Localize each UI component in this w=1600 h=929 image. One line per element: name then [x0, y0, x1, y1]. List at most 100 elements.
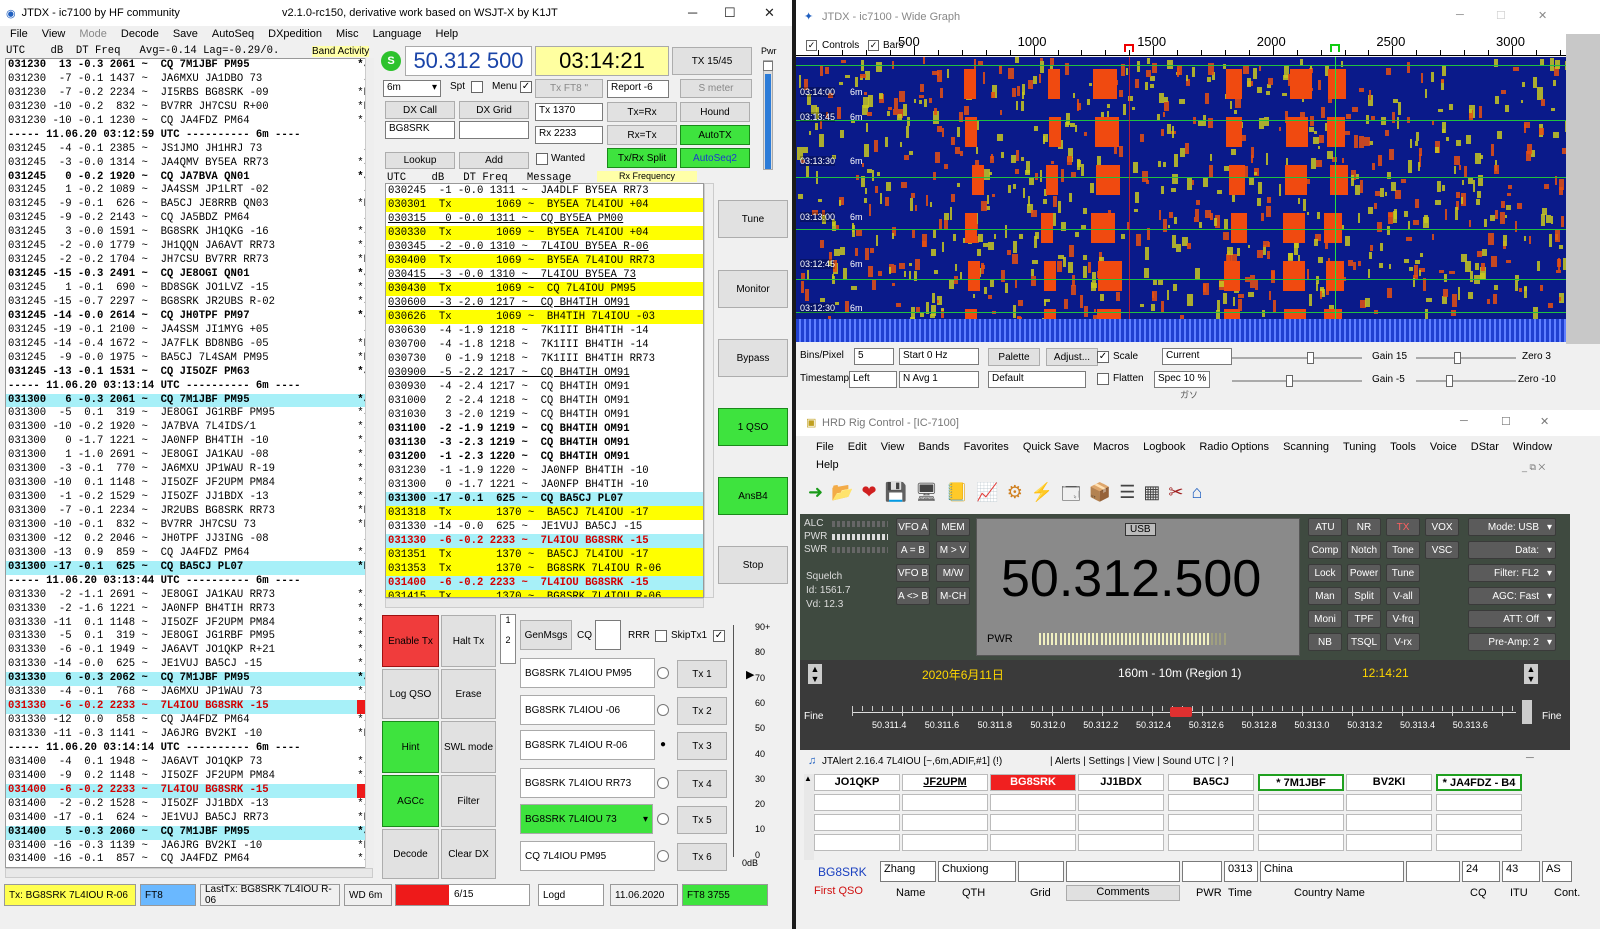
rx-row[interactable]: 031400 -6 -0.2 2233 ~ 7L4IOU BG8SRK -15 — [386, 576, 703, 590]
band-activity-scrollbar[interactable] — [365, 58, 374, 868]
spec-spinbox[interactable]: Spec 10 % — [1154, 371, 1210, 388]
country-field[interactable]: China — [1260, 861, 1404, 882]
rx-row[interactable]: 030400 Tx 1069 ~ BY5EA 7L4IOU RR73 — [386, 254, 703, 268]
hrd-menu-help[interactable]: Help — [816, 459, 839, 471]
alert-empty-cell[interactable] — [1346, 834, 1432, 851]
decode-row[interactable]: 031400 -16 -0.3 1139 ~ JA6JRG BV2KI -10 *… — [6, 840, 372, 854]
spt-checkbox[interactable] — [471, 81, 483, 93]
rx-row[interactable]: 031330 -14 -0.0 625 ~ JE1VUJ BA5CJ -15 — [386, 520, 703, 534]
alert-empty-cell[interactable] — [1168, 794, 1254, 811]
calculator-icon[interactable]: ▦ — [1143, 482, 1160, 512]
decode-row[interactable]: 031400 -9 0.2 1148 ~ JI5OZF JF2UPM PM84 *… — [6, 770, 372, 784]
decode-row[interactable]: 031300 -7 -0.1 2234 ~ JR2UBS BG8SRK RR73… — [6, 505, 372, 519]
hrd-btn-man[interactable]: Man — [1308, 587, 1342, 605]
tx2-message[interactable]: BG8SRK 7L4IOU -06 — [520, 695, 655, 725]
decode-row[interactable]: 031245 -4 -0.1 2385 ~ JS1JMO JH1HRJ 73J — [6, 143, 372, 157]
tx-counter-button[interactable]: TX 15/45 — [672, 47, 752, 75]
hrd-menu-file[interactable]: File — [816, 441, 834, 453]
tuning-arrows-right-icon[interactable]: ▲ ▼ — [1524, 664, 1538, 684]
hrd-btn-comp[interactable]: Comp — [1308, 541, 1342, 559]
decode-row[interactable]: 031300 -1 -0.2 1529 ~ JI5OZF JJ1BDX -13 *… — [6, 491, 372, 505]
rrr-checkbox[interactable] — [655, 630, 667, 642]
minimize-icon[interactable]: ─ — [1526, 752, 1534, 764]
tx6-message[interactable]: CQ 7L4IOU PM95 — [520, 841, 655, 871]
rx-row[interactable]: 031100 -2 -1.9 1219 ~ CQ BH4TIH OM91 — [386, 422, 703, 436]
home-icon[interactable]: ⌂ — [1191, 482, 1202, 512]
rx-row[interactable]: 031000 2 -2.4 1218 ~ CQ BH4TIH OM91 — [386, 394, 703, 408]
tx1-message[interactable]: BG8SRK 7L4IOU PM95 — [520, 658, 655, 688]
hrd-menu-scanning[interactable]: Scanning — [1283, 441, 1329, 453]
decode-button[interactable]: Decode — [382, 829, 439, 879]
hrd-menu-tools[interactable]: Tools — [1390, 441, 1416, 453]
alert-empty-cell[interactable] — [1346, 814, 1432, 831]
band-select[interactable]: 6m ▾ — [383, 80, 441, 97]
itu-zone-field[interactable]: 43 — [1502, 861, 1540, 882]
tx3-button[interactable]: Tx 3 — [677, 732, 727, 760]
menu-language[interactable]: Language — [373, 28, 422, 40]
antenna-icon[interactable]: ⚡ — [1031, 482, 1053, 512]
tools-icon[interactable]: ✂ — [1168, 482, 1183, 512]
rx-row[interactable]: 030330 Tx 1069 ~ BY5EA 7L4IOU +04 — [386, 226, 703, 240]
decode-row[interactable]: 031330 -2 -1.6 1221 ~ JA0NFP BH4TIH RR73… — [6, 603, 372, 617]
hrd-menu-bands[interactable]: Bands — [918, 441, 949, 453]
alert-empty-cell[interactable] — [1258, 834, 1344, 851]
tx-mode-button[interactable]: Tx FT8 " — [535, 79, 603, 98]
menu-checkbox[interactable]: ✓ — [520, 81, 532, 93]
save-icon[interactable]: 💾 — [885, 482, 907, 512]
rx-row[interactable]: 031300 0 -1.7 1221 ~ JA0NFP BH4TIH -10 — [386, 478, 703, 492]
sliders-icon[interactable]: ☰ — [1119, 482, 1135, 512]
mdi-controls[interactable]: _ ⧉ ✕ — [1522, 462, 1545, 473]
decode-row[interactable]: 031400 -17 -0.1 624 ~ JE1VUJ BA5CJ RR73 *… — [6, 812, 372, 826]
decode-row[interactable]: 031245 -9 -0.0 1975 ~ BA5CJ 7L4SAM PM95 *… — [6, 352, 372, 366]
jtalert-menu[interactable]: | Alerts | Settings | View | Sound UTC |… — [1050, 756, 1234, 767]
time-field[interactable]: 0313 — [1224, 861, 1258, 882]
cq-zone-field[interactable]: 24 — [1462, 861, 1500, 882]
hrd-dropdown-3[interactable]: AGC: Fast ▾ — [1468, 587, 1556, 605]
bins-spinbox[interactable]: 5 — [854, 348, 894, 365]
s-meter-button[interactable]: S meter — [680, 79, 752, 98]
decode-row[interactable]: 031400 -6 -0.2 2233 ~ 7L4IOU BG8SRK -15 *… — [6, 783, 372, 798]
menu-save[interactable]: Save — [173, 28, 198, 40]
stop-button[interactable]: Stop — [718, 546, 788, 584]
hrd-btn-m-ch[interactable]: M-CH — [936, 587, 970, 605]
alert-empty-cell[interactable] — [902, 814, 988, 831]
decode-row[interactable]: 031245 1 -0.1 690 ~ BD8SGK JO1LVZ -15 *J — [6, 282, 372, 296]
decode-row[interactable]: 031245 -13 -0.1 1531 ~ CQ JI5OZF PM63 *J — [6, 366, 372, 380]
current-select[interactable]: Current — [1162, 348, 1232, 365]
decode-row[interactable]: 031230 -7 -0.2 2234 ~ JI5RBS BG8SRK -09 *… — [6, 87, 372, 101]
menu-misc[interactable]: Misc — [336, 28, 359, 40]
decode-row[interactable]: 031330 -6 -0.1 1949 ~ JA6AVT JO1QKP R+21… — [6, 644, 372, 658]
rx-list-hscrollbar[interactable] — [385, 598, 704, 608]
hrd-dropdown-0[interactable]: Mode: USB ▾ — [1468, 518, 1556, 536]
decode-row[interactable]: 031300 -10 0.1 1148 ~ JI5OZF JF2UPM PM84… — [6, 477, 372, 491]
favorites-icon[interactable]: ❤ — [862, 482, 877, 512]
decode-row[interactable]: 031330 -11 -0.3 1141 ~ JA6JRG BV2KI -10 *… — [6, 728, 372, 742]
zero2-slider[interactable] — [1416, 375, 1516, 387]
decode-row[interactable]: 031330 -11 0.1 1148 ~ JI5OZF JF2UPM PM84… — [6, 617, 372, 631]
decode-row[interactable]: 031300 -10 -0.1 832 ~ BV7RR JH7CSU 73 *B — [6, 519, 372, 533]
hrd-btn-tsql[interactable]: TSQL — [1347, 633, 1381, 651]
maximize-icon[interactable]: ☐ — [724, 5, 736, 21]
alert-callsign-cell[interactable]: * 7M1JBF — [1258, 774, 1344, 791]
tuning-pointer-icon[interactable] — [1170, 707, 1192, 717]
gain2-slider[interactable] — [1232, 375, 1362, 387]
alert-empty-cell[interactable] — [990, 814, 1076, 831]
fine-slider-icon[interactable] — [1522, 700, 1532, 724]
rx-row[interactable]: 030900 -5 -2.2 1217 ~ CQ BH4TIH OM91 — [386, 366, 703, 380]
alert-empty-cell[interactable] — [814, 794, 900, 811]
hrd-dropdown-1[interactable]: Data: ▾ — [1468, 541, 1556, 559]
wanted-checkbox[interactable] — [536, 153, 548, 165]
hrd-menu-favorites[interactable]: Favorites — [964, 441, 1009, 453]
rx-row[interactable]: 031330 -6 -0.2 2233 ~ 7L4IOU BG8SRK -15 — [386, 534, 703, 548]
ansb4-button[interactable]: AnsB4 — [718, 477, 788, 515]
decode-row[interactable]: 031330 -6 -0.2 2233 ~ 7L4IOU BG8SRK -15 *… — [6, 700, 372, 715]
menu-dxpedition[interactable]: DXpedition — [268, 28, 322, 40]
folder-icon[interactable]: 📂 — [831, 482, 853, 512]
rx-row[interactable]: 030700 -4 -1.8 1218 ~ 7K1III BH4TIH -14 — [386, 338, 703, 352]
cq-input[interactable] — [595, 620, 621, 650]
start-spinbox[interactable]: Start 0 Hz — [899, 348, 979, 365]
hrd-btn-v-frq[interactable]: V-frq — [1386, 610, 1420, 628]
palette-select[interactable]: Default — [988, 371, 1086, 388]
hound-button[interactable]: Hound — [680, 102, 750, 122]
rx-row[interactable]: 031200 -1 -2.3 1220 ~ CQ BH4TIH OM91 — [386, 450, 703, 464]
